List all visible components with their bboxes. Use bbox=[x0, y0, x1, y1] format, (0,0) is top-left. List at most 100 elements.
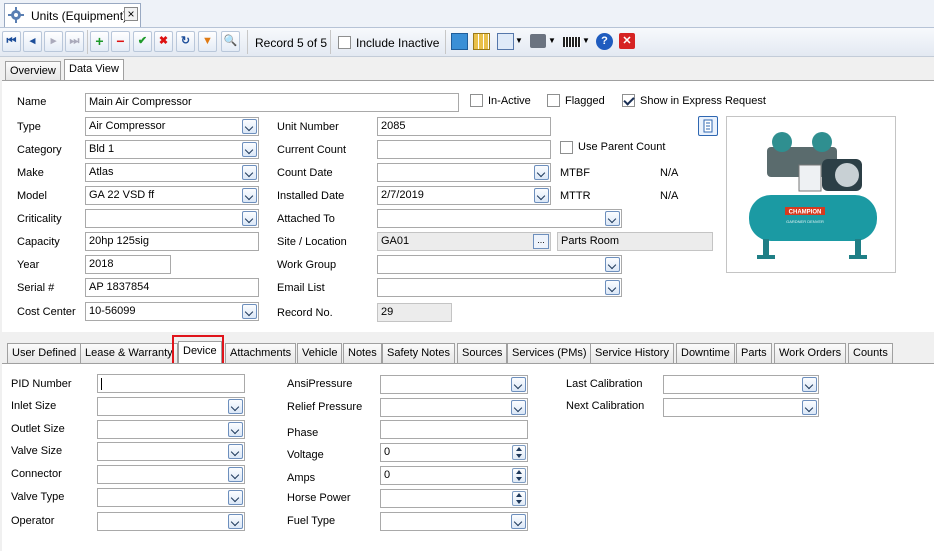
category-select[interactable]: Bld 1 bbox=[85, 140, 259, 159]
last-record-icon[interactable]: ⏭ bbox=[65, 31, 84, 52]
chevron-down-icon[interactable] bbox=[228, 490, 243, 505]
attached-to-select[interactable] bbox=[377, 209, 622, 228]
next-calibration-select[interactable] bbox=[663, 398, 819, 417]
grid-edit-icon[interactable] bbox=[473, 33, 490, 50]
printer-icon[interactable] bbox=[530, 34, 546, 48]
first-record-icon[interactable]: ⏮ bbox=[2, 31, 21, 52]
tab-work-orders[interactable]: Work Orders bbox=[774, 343, 847, 363]
relief-pressure-select[interactable] bbox=[380, 398, 528, 417]
tab-service-history[interactable]: Service History bbox=[590, 343, 674, 363]
tab-sources[interactable]: Sources bbox=[457, 343, 508, 363]
unit-number-field[interactable]: 2085 bbox=[377, 117, 551, 136]
email-list-select[interactable] bbox=[377, 278, 622, 297]
include-inactive-checkbox[interactable] bbox=[338, 36, 351, 49]
capacity-field[interactable]: 20hp 125sig bbox=[85, 232, 259, 251]
chevron-down-icon[interactable] bbox=[228, 399, 243, 414]
help-icon[interactable]: ? bbox=[596, 33, 613, 50]
chevron-down-icon[interactable] bbox=[605, 280, 620, 295]
stepper-arrows-icon[interactable] bbox=[512, 468, 526, 483]
use-parent-count-checkbox[interactable] bbox=[560, 141, 573, 154]
serial-field[interactable]: AP 1837854 bbox=[85, 278, 259, 297]
connector-select[interactable] bbox=[97, 465, 245, 484]
voltage-stepper[interactable]: 0 bbox=[380, 443, 528, 462]
last-calibration-select[interactable] bbox=[663, 375, 819, 394]
chevron-down-icon[interactable] bbox=[511, 377, 526, 392]
next-record-icon[interactable]: ▸ bbox=[44, 31, 63, 52]
inlet-size-select[interactable] bbox=[97, 397, 245, 416]
ansi-pressure-select[interactable] bbox=[380, 375, 528, 394]
count-date-select[interactable] bbox=[377, 163, 551, 182]
chevron-down-icon[interactable] bbox=[511, 400, 526, 415]
tab-vehicle[interactable]: Vehicle bbox=[297, 343, 343, 363]
chevron-down-icon[interactable] bbox=[242, 304, 257, 319]
stepper-arrows-icon[interactable] bbox=[512, 491, 526, 506]
cancel-x-icon[interactable]: ✖ bbox=[154, 31, 173, 52]
valve-type-select[interactable] bbox=[97, 488, 245, 507]
chevron-down-icon[interactable] bbox=[228, 422, 243, 437]
tab-lease-warranty[interactable]: Lease & Warranty bbox=[80, 343, 178, 363]
chevron-down-icon[interactable] bbox=[228, 514, 243, 529]
tab-data-view[interactable]: Data View bbox=[64, 59, 124, 81]
chevron-down-icon[interactable] bbox=[242, 142, 257, 157]
tab-overview[interactable]: Overview bbox=[5, 61, 61, 80]
name-field[interactable]: Main Air Compressor bbox=[85, 93, 459, 112]
chevron-down-icon[interactable] bbox=[228, 444, 243, 459]
flagged-checkbox[interactable] bbox=[547, 94, 560, 107]
filter-icon[interactable]: ▼ bbox=[198, 31, 217, 52]
phase-field[interactable] bbox=[380, 420, 528, 439]
cost-center-select[interactable]: 10-56099 bbox=[85, 302, 259, 321]
type-select[interactable]: Air Compressor bbox=[85, 117, 259, 136]
save-check-icon[interactable]: ✔ bbox=[133, 31, 152, 52]
installed-date-select[interactable]: 2/7/2019 bbox=[377, 186, 551, 205]
pid-number-field[interactable] bbox=[97, 374, 245, 393]
add-record-icon[interactable]: + bbox=[90, 31, 109, 52]
search-zoom-icon[interactable]: 🔍 bbox=[221, 31, 240, 52]
chevron-down-icon[interactable] bbox=[534, 188, 549, 203]
tab-downtime[interactable]: Downtime bbox=[676, 343, 735, 363]
chevron-down-icon[interactable] bbox=[242, 188, 257, 203]
tab-parts[interactable]: Parts bbox=[736, 343, 772, 363]
chevron-down-icon[interactable] bbox=[242, 165, 257, 180]
outlet-size-select[interactable] bbox=[97, 420, 245, 439]
chevron-down-icon[interactable]: ▼ bbox=[582, 36, 590, 45]
chevron-down-icon[interactable] bbox=[605, 257, 620, 272]
chevron-down-icon[interactable]: ▼ bbox=[515, 36, 523, 45]
delete-record-icon[interactable]: − bbox=[111, 31, 130, 52]
refresh-icon[interactable]: ↻ bbox=[176, 31, 195, 52]
document-icon[interactable] bbox=[698, 116, 718, 136]
barcode-icon[interactable] bbox=[563, 37, 581, 47]
criticality-select[interactable] bbox=[85, 209, 259, 228]
chevron-down-icon[interactable]: ▼ bbox=[548, 36, 556, 45]
select-columns-icon[interactable] bbox=[497, 33, 514, 50]
chevron-down-icon[interactable] bbox=[605, 211, 620, 226]
layout-icon[interactable] bbox=[451, 33, 468, 50]
tab-counts[interactable]: Counts bbox=[848, 343, 893, 363]
horse-power-stepper[interactable] bbox=[380, 489, 528, 508]
tab-notes[interactable]: Notes bbox=[343, 343, 382, 363]
valve-size-select[interactable] bbox=[97, 442, 245, 461]
operator-select[interactable] bbox=[97, 512, 245, 531]
site-lookup-button[interactable]: ... bbox=[533, 234, 549, 249]
current-count-field[interactable] bbox=[377, 140, 551, 159]
model-select[interactable]: GA 22 VSD ff bbox=[85, 186, 259, 205]
close-window-icon[interactable]: ✕ bbox=[619, 33, 635, 49]
year-field[interactable]: 2018 bbox=[85, 255, 171, 274]
fuel-type-select[interactable] bbox=[380, 512, 528, 531]
make-select[interactable]: Atlas bbox=[85, 163, 259, 182]
amps-stepper[interactable]: 0 bbox=[380, 466, 528, 485]
tab-safety-notes[interactable]: Safety Notes bbox=[382, 343, 455, 363]
previous-record-icon[interactable]: ◂ bbox=[23, 31, 42, 52]
document-tab[interactable]: Units (Equipment) × bbox=[4, 3, 141, 27]
chevron-down-icon[interactable] bbox=[228, 467, 243, 482]
chevron-down-icon[interactable] bbox=[242, 211, 257, 226]
tab-attachments[interactable]: Attachments bbox=[225, 343, 297, 363]
work-group-select[interactable] bbox=[377, 255, 622, 274]
stepper-arrows-icon[interactable] bbox=[512, 445, 526, 460]
chevron-down-icon[interactable] bbox=[511, 514, 526, 529]
chevron-down-icon[interactable] bbox=[534, 165, 549, 180]
show-express-checkbox[interactable] bbox=[622, 94, 635, 107]
tab-services[interactable]: Services (PMs) bbox=[507, 343, 592, 363]
chevron-down-icon[interactable] bbox=[802, 377, 817, 392]
chevron-down-icon[interactable] bbox=[802, 400, 817, 415]
in-active-checkbox[interactable] bbox=[470, 94, 483, 107]
